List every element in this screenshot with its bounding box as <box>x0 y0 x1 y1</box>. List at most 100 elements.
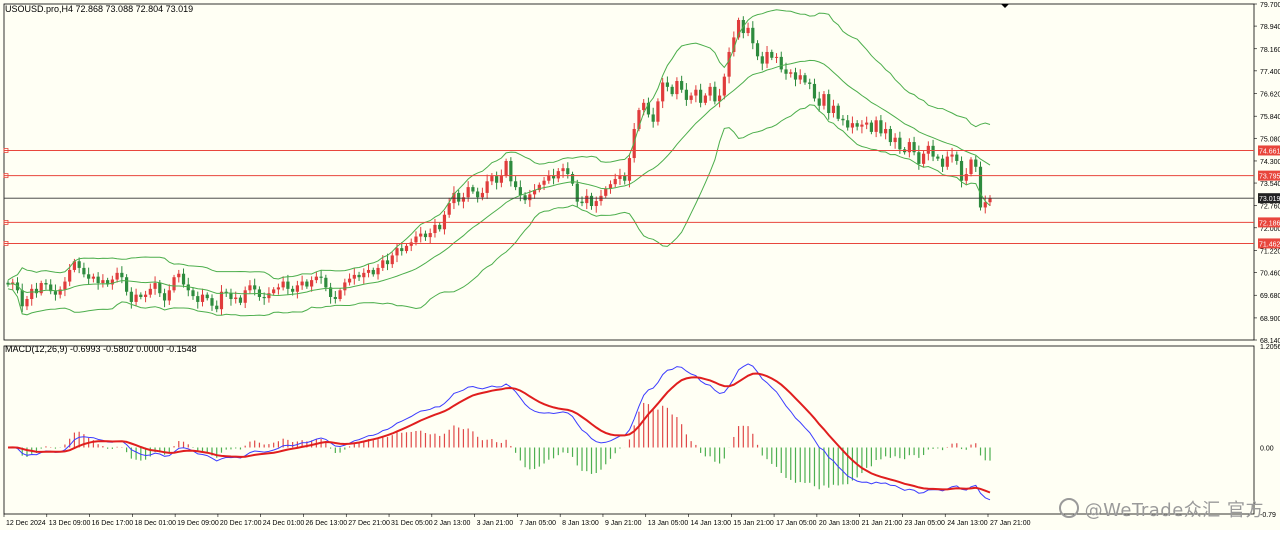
candle-body <box>865 122 869 125</box>
time-tick-label: 27 Dec 21:00 <box>348 520 390 527</box>
candle-body <box>229 293 233 300</box>
candle-body <box>869 122 874 132</box>
candle-body <box>504 160 508 176</box>
candle-body <box>215 305 219 310</box>
price-tick-label: 75.840 <box>1260 114 1280 121</box>
macd-tick-label: 1.2056 <box>1260 344 1280 351</box>
candle-body <box>291 288 295 292</box>
candle-body <box>172 277 176 291</box>
candle-body <box>409 242 413 246</box>
candle-body <box>789 72 793 74</box>
candle-body <box>713 86 717 102</box>
candle-body <box>703 95 707 103</box>
candle-body <box>784 69 788 74</box>
candle-body <box>689 95 693 100</box>
candle-body <box>286 281 290 289</box>
price-tick-label: 73.540 <box>1260 181 1280 188</box>
candle-body <box>205 294 209 299</box>
candle-body <box>680 81 684 90</box>
candle-body <box>860 124 864 127</box>
price-tick-label: 70.460 <box>1260 271 1280 278</box>
candle-body <box>148 288 152 295</box>
candle-body <box>115 272 119 280</box>
candle-body <box>91 276 95 279</box>
candle-body <box>438 224 442 230</box>
candle-body <box>808 82 812 84</box>
candle-body <box>310 280 314 287</box>
time-tick-label: 16 Dec 17:00 <box>92 520 134 527</box>
candle-body <box>566 168 570 175</box>
candle-body <box>219 291 224 310</box>
candle-body <box>542 180 546 185</box>
candle-body <box>101 280 105 284</box>
candle-body <box>243 290 247 303</box>
candle-body <box>167 290 171 301</box>
chart-header: USOUSD.pro,H4 72.868 73.088 72.804 73.01… <box>5 4 193 14</box>
candle-body <box>651 114 655 122</box>
candle-body <box>314 276 318 281</box>
price-tick-label: 72.760 <box>1260 204 1280 211</box>
candle-body <box>143 294 148 297</box>
candle-body <box>300 281 304 286</box>
candle-body <box>376 267 380 275</box>
time-tick-label: 13 Dec 09:00 <box>49 520 91 527</box>
candle-body <box>974 159 978 167</box>
candle-body <box>855 123 859 127</box>
candle-body <box>708 86 712 96</box>
candle-body <box>338 290 342 300</box>
candle-body <box>139 294 143 297</box>
candle-body <box>589 195 594 207</box>
time-tick-label: 12 Dec 2024 <box>6 520 46 527</box>
candle-body <box>238 297 243 303</box>
candle-body <box>722 76 726 96</box>
level-price-label: 71.462 <box>1259 241 1280 248</box>
candle-body <box>661 82 665 102</box>
candle-body <box>926 145 930 154</box>
candle-body <box>755 43 760 57</box>
time-tick-label: 20 Dec 17:00 <box>220 520 262 527</box>
trading-chart-window: 79.700 78.940 78.160 77.400 76.620 75.840 75.0… <box>0 0 1280 530</box>
candle-body <box>395 248 399 256</box>
candle-body <box>400 248 404 252</box>
candle-body <box>191 290 195 297</box>
time-tick-label: 13 Jan 05:00 <box>648 520 689 527</box>
candle-body <box>162 293 167 301</box>
time-tick-label: 7 Jan 05:00 <box>519 520 556 527</box>
candle-body <box>447 203 451 215</box>
candle-body <box>96 276 100 284</box>
price-tick-label: 68.900 <box>1260 316 1280 323</box>
candle-body <box>68 269 72 282</box>
candle-body <box>594 201 598 207</box>
price-tick-label: 78.940 <box>1260 24 1280 31</box>
candle-body <box>457 192 461 202</box>
candle-body <box>879 120 883 134</box>
candle-body <box>836 105 840 119</box>
price-tick-label: 77.400 <box>1260 69 1280 76</box>
level-price-label: 72.186 <box>1259 220 1280 227</box>
chart-canvas[interactable]: 79.700 78.940 78.160 77.400 76.620 75.840 75.0… <box>0 0 1280 530</box>
candle-body <box>765 51 769 64</box>
candle-body <box>917 152 921 164</box>
time-tick-label: 19 Dec 09:00 <box>177 520 219 527</box>
candle-body <box>509 160 513 182</box>
candle-body <box>272 289 276 294</box>
candle-body <box>798 75 802 80</box>
candle-body <box>423 233 428 238</box>
candle-body <box>921 153 926 164</box>
candle-body <box>366 269 371 273</box>
candle-body <box>414 236 418 243</box>
candle-body <box>955 154 959 161</box>
candle-body <box>893 137 897 143</box>
time-tick-label: 26 Dec 13:00 <box>305 520 347 527</box>
candle-body <box>319 276 323 278</box>
candle-body <box>495 176 499 183</box>
candle-body <box>684 89 688 100</box>
candle-body <box>390 255 394 265</box>
candle-body <box>699 89 703 103</box>
price-tick-label: 74.300 <box>1260 159 1280 166</box>
candle-body <box>333 296 337 300</box>
candle-body <box>604 188 608 196</box>
candle-body <box>357 274 361 278</box>
candle-body <box>580 201 584 204</box>
candle-body <box>158 283 162 294</box>
